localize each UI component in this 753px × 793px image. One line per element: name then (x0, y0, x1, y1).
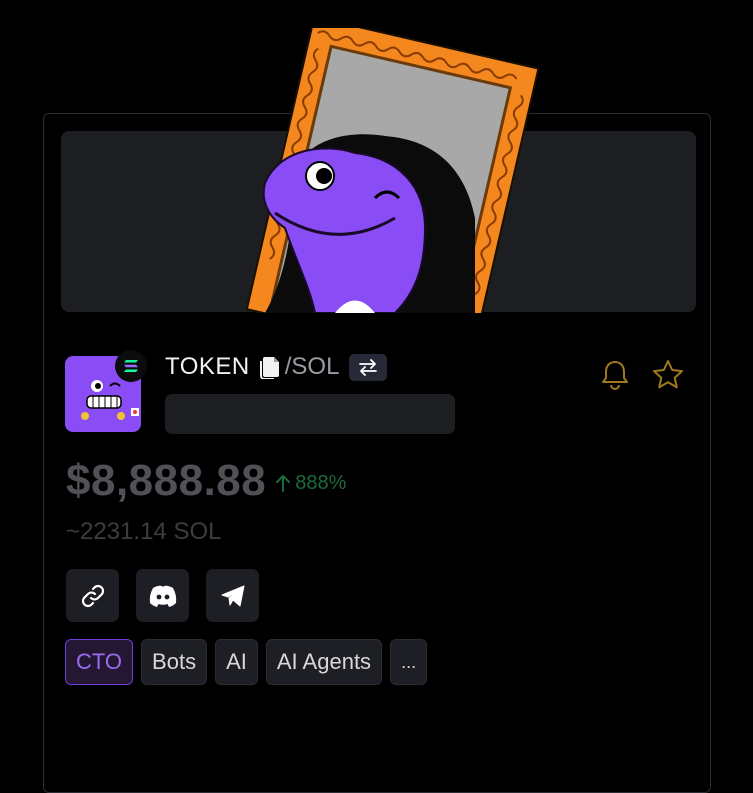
swap-arrows-icon (359, 359, 378, 376)
token-symbol: TOKEN (165, 353, 250, 380)
tag-list: CTO Bots AI AI Agents ... (65, 639, 428, 685)
tag-cto[interactable]: CTO (65, 639, 134, 685)
tag-ai[interactable]: AI (215, 639, 258, 685)
arrow-up-icon (276, 475, 291, 492)
swap-pair-button[interactable] (349, 353, 388, 381)
star-icon[interactable] (651, 358, 685, 395)
token-name-placeholder (165, 394, 455, 434)
solana-icon (115, 350, 147, 382)
price-sol: ~2231.14 SOL (66, 518, 222, 545)
telegram-icon (221, 585, 244, 606)
discord-icon (149, 585, 176, 607)
token-pair-row: TOKEN /SOL (165, 352, 388, 382)
price-change: 888% (274, 472, 346, 495)
more-tags-button[interactable]: ... (390, 639, 428, 685)
link-icon (81, 584, 104, 607)
mascot-frame-illustration (245, 28, 540, 313)
discord-button[interactable] (136, 569, 189, 622)
tag-ai-agents[interactable]: AI Agents (265, 639, 383, 685)
price-usd: $8,888.88 (66, 456, 267, 505)
price-row: $8,888.88 888% (66, 456, 346, 506)
website-link-button[interactable] (66, 569, 119, 622)
tag-bots[interactable]: Bots (141, 639, 208, 685)
price-change-value: 888% (295, 471, 347, 494)
telegram-button[interactable] (206, 569, 259, 622)
document-copy-icon[interactable] (259, 355, 281, 379)
bell-icon[interactable] (600, 358, 630, 395)
quote-currency: /SOL (284, 353, 340, 380)
